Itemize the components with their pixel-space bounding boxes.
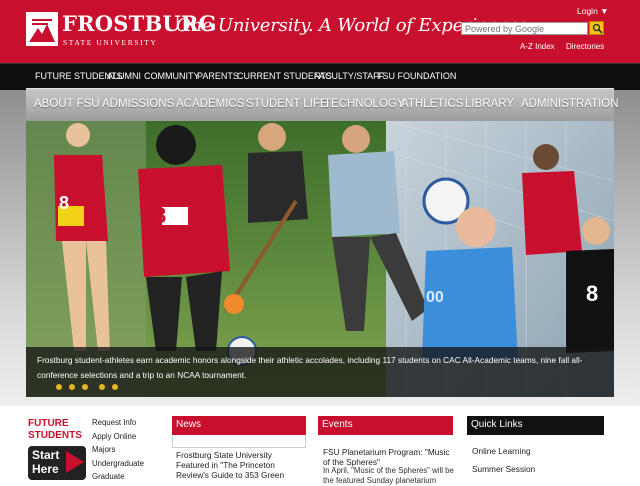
event-summary: In April, "Music of the Spheres" will be…: [323, 466, 454, 485]
main-nav: ABOUT FSU ADMISSIONS ACADEMICS STUDENT L…: [26, 88, 619, 121]
events-heading[interactable]: Events: [318, 416, 453, 435]
arrow-right-icon: [66, 451, 84, 473]
logo-subtitle: STATE UNIVERSITY: [63, 38, 158, 47]
directories-link[interactable]: Directories: [566, 42, 604, 51]
slide-dot[interactable]: [112, 384, 118, 390]
here-label: Here: [32, 462, 59, 476]
nav-fsu-foundation[interactable]: FSU FOUNDATION: [377, 71, 456, 81]
logo-mark-icon: [26, 12, 58, 46]
quick-links-heading: Quick Links: [467, 416, 604, 435]
start-here-button[interactable]: Start Here: [28, 446, 86, 480]
nav-administration[interactable]: ADMINISTRATION: [521, 98, 619, 110]
event-headline[interactable]: FSU Planetarium Program: "Music of the S…: [323, 447, 458, 467]
az-index-link[interactable]: A-Z Index: [520, 42, 555, 51]
undergraduate-link[interactable]: Undergraduate: [92, 457, 144, 471]
future-students-heading: FUTURE STUDENTS: [28, 418, 82, 441]
news-headline[interactable]: Frostburg State University Featured in "…: [176, 450, 306, 480]
jersey-number: 8: [154, 203, 167, 228]
slide-dot[interactable]: [56, 384, 62, 390]
slide-dot[interactable]: [69, 384, 75, 390]
nav-parents[interactable]: PARENTS: [197, 71, 239, 81]
request-info-link[interactable]: Request Info: [92, 416, 144, 430]
nav-faculty-staff[interactable]: FACULTY/STAFF: [314, 71, 384, 81]
apply-online-link[interactable]: Apply Online: [92, 430, 144, 444]
site-header: FROSTBURG STATE UNIVERSITY One Universit…: [0, 0, 640, 63]
majors-link[interactable]: Majors: [92, 443, 144, 457]
nav-student-life[interactable]: STUDENT LIFE: [246, 98, 328, 110]
jersey-number: 8: [586, 281, 599, 306]
graduate-link[interactable]: Graduate: [92, 470, 144, 484]
nav-admissions[interactable]: ADMISSIONS: [102, 98, 174, 110]
hero-slideshow[interactable]: 8 8 00 8 Frostburg student-athletes earn…: [26, 121, 614, 397]
search-input[interactable]: [461, 22, 588, 35]
nav-academics[interactable]: ACADEMICS: [176, 98, 244, 110]
audience-nav: FUTURE STUDENTS ALUMNI COMMUNITY PARENTS…: [0, 63, 640, 90]
search-button[interactable]: [589, 21, 604, 35]
nav-technology[interactable]: TECHNOLOGY: [324, 98, 405, 110]
slide-dot[interactable]: [82, 384, 88, 390]
search-icon: [592, 23, 603, 34]
university-logo[interactable]: FROSTBURG STATE UNIVERSITY: [26, 11, 217, 50]
start-label: Start: [32, 448, 60, 462]
nav-athletics[interactable]: ATHLETICS: [401, 98, 463, 110]
slide-dot[interactable]: [99, 384, 105, 390]
jersey-number: 00: [426, 289, 444, 306]
nav-alumni[interactable]: ALUMNI: [107, 71, 141, 81]
nav-library[interactable]: LIBRARY: [465, 98, 514, 110]
future-students-links: Request Info Apply Online Majors Undergr…: [92, 416, 144, 484]
news-divider: [172, 436, 306, 448]
nav-about-fsu[interactable]: ABOUT FSU: [34, 98, 100, 110]
nav-community[interactable]: COMMUNITY: [144, 71, 200, 81]
news-heading[interactable]: News: [172, 416, 306, 435]
quick-link-online-learning[interactable]: Online Learning: [472, 446, 531, 456]
quick-link-summer-session[interactable]: Summer Session: [472, 464, 535, 474]
login-link[interactable]: Login ▼: [577, 6, 609, 16]
jersey-number: 8: [59, 193, 70, 213]
